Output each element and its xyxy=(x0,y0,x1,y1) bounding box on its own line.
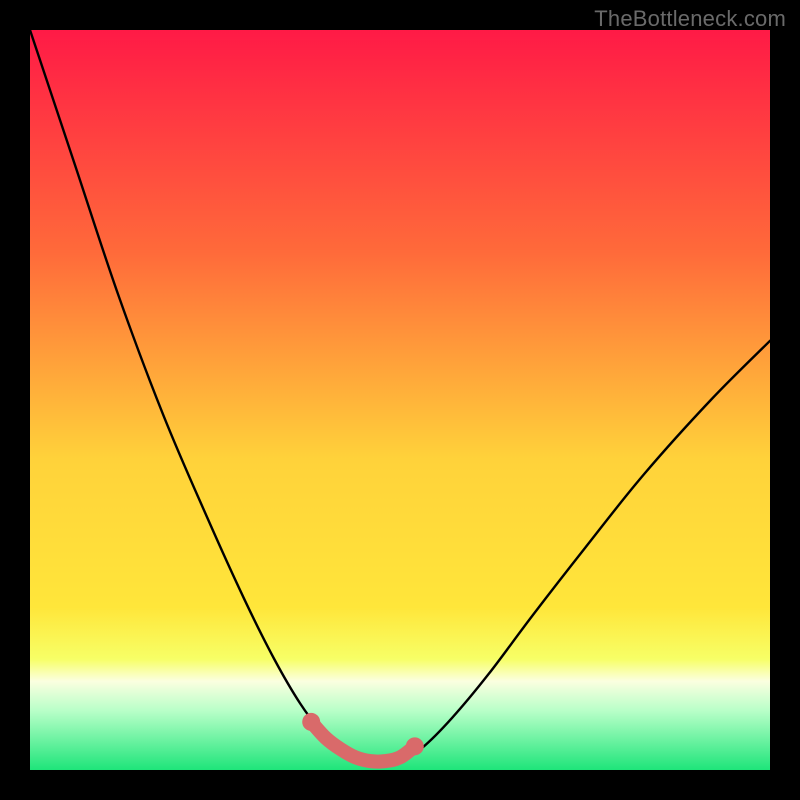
watermark-text: TheBottleneck.com xyxy=(594,6,786,32)
bottleneck-curve xyxy=(30,30,770,766)
highlight-endpoint-right xyxy=(406,737,424,755)
chart-frame: TheBottleneck.com xyxy=(0,0,800,800)
bottleneck-curve-layer xyxy=(30,30,770,770)
flat-bottom-highlight xyxy=(311,722,415,762)
plot-area xyxy=(30,30,770,770)
highlight-endpoint-left xyxy=(302,713,320,731)
